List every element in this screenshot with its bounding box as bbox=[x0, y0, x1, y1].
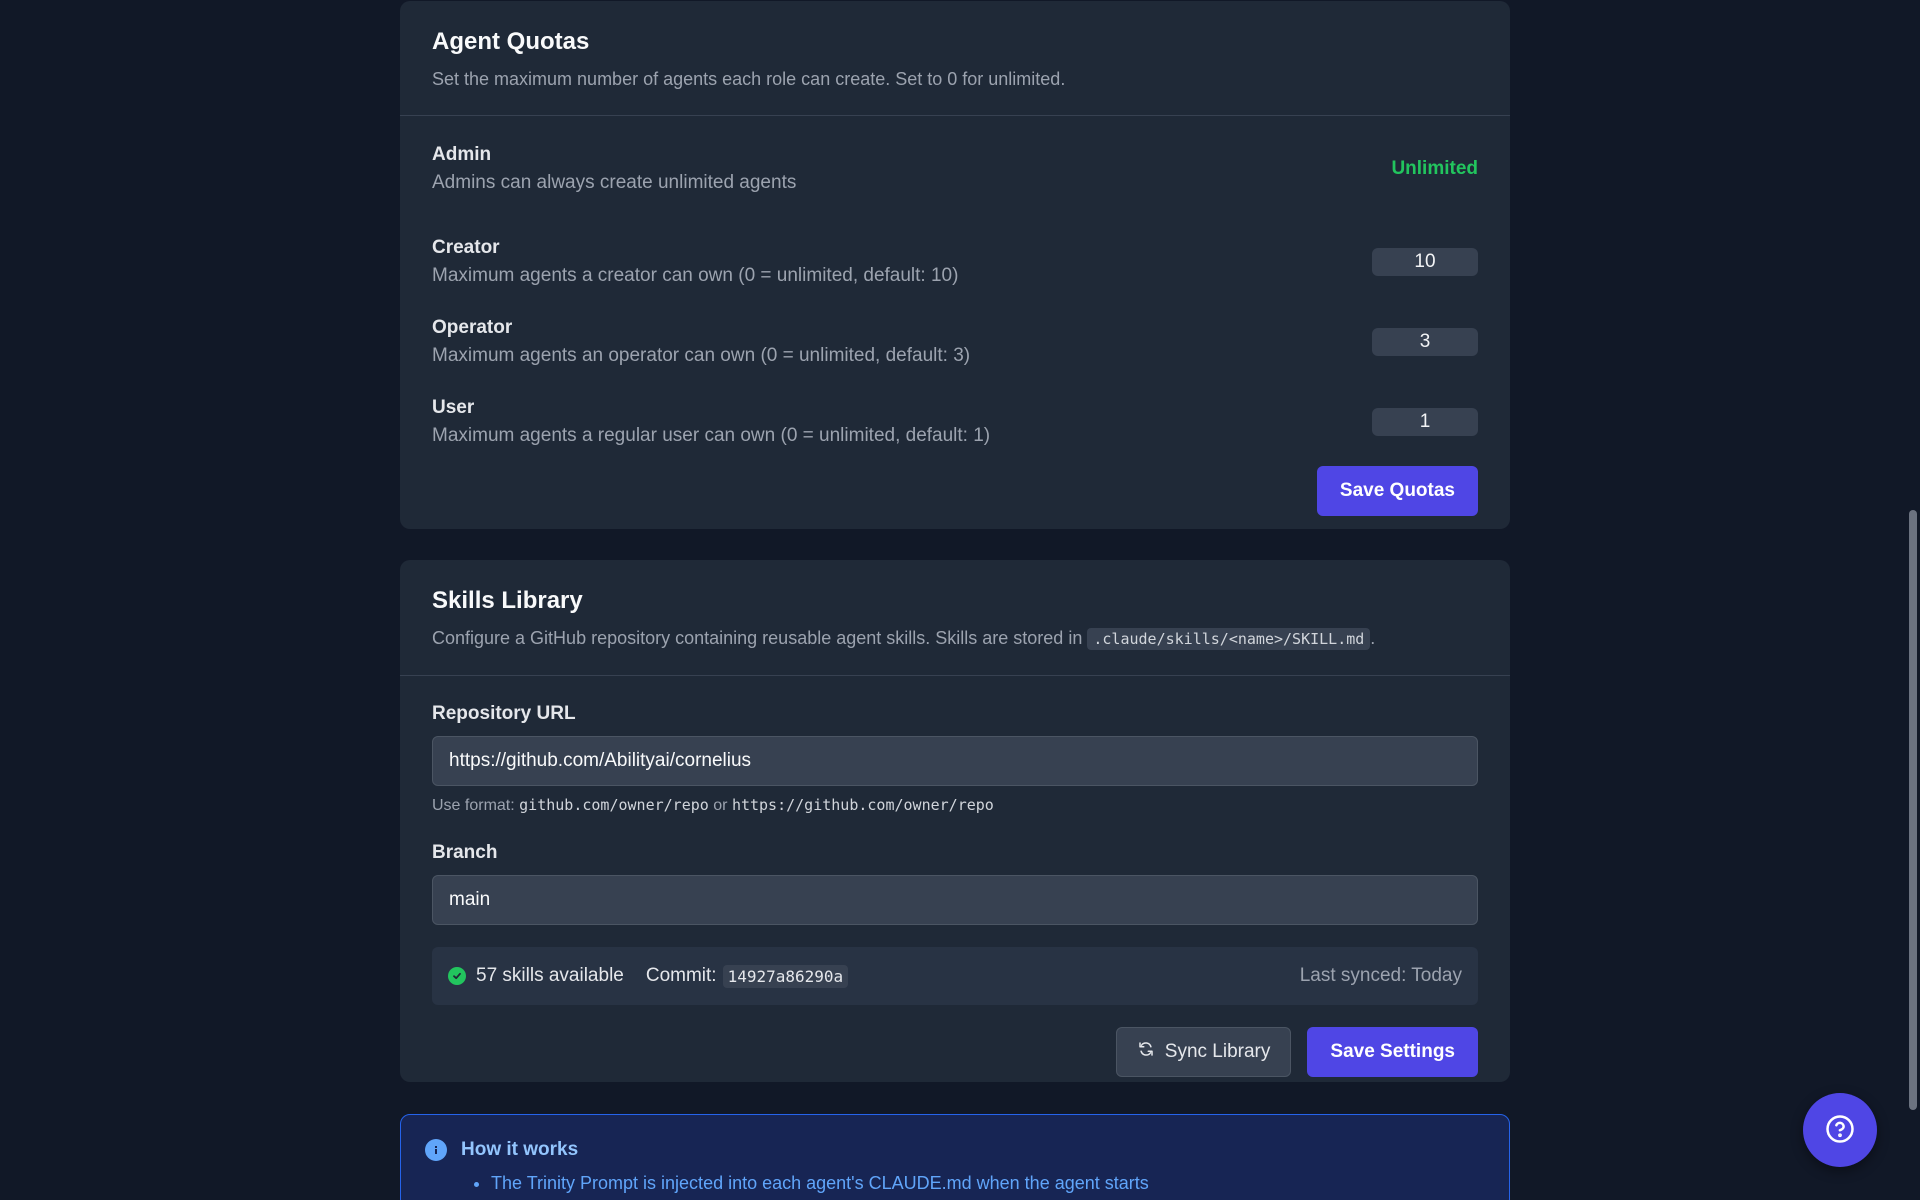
quota-row-operator: Operator Maximum agents an operator can … bbox=[432, 302, 1478, 382]
page-scrollbar[interactable] bbox=[1906, 0, 1920, 1200]
how-it-works-header: How it works bbox=[425, 1139, 1485, 1161]
skills-actions: Sync Library Save Settings bbox=[432, 1027, 1478, 1077]
agent-quotas-description: Set the maximum number of agents each ro… bbox=[432, 69, 1066, 89]
save-settings-button[interactable]: Save Settings bbox=[1307, 1027, 1478, 1077]
commit-label: Commit: bbox=[645, 965, 717, 986]
quota-row-user: User Maximum agents a regular user can o… bbox=[432, 382, 1478, 462]
quota-list: Admin Admins can always create unlimited… bbox=[400, 116, 1510, 542]
info-icon bbox=[425, 1139, 447, 1161]
description-suffix: . bbox=[1370, 628, 1376, 648]
list-item: The Trinity Prompt is injected into each… bbox=[491, 1173, 1485, 1194]
description-text: Configure a GitHub repository containing… bbox=[432, 628, 1083, 648]
skills-library-card: Skills Library Configure a GitHub reposi… bbox=[400, 560, 1510, 1082]
quota-role-help: Maximum agents an operator can own (0 = … bbox=[432, 345, 971, 366]
skills-library-header: Skills Library Configure a GitHub reposi… bbox=[400, 560, 1510, 676]
repository-url-hint: Use format: github.com/owner/repo or htt… bbox=[432, 794, 1478, 817]
skills-count: 57 skills available bbox=[476, 965, 624, 986]
quota-role-help: Admins can always create unlimited agent… bbox=[432, 172, 797, 193]
hint-or: or bbox=[713, 797, 728, 814]
sync-status-panel: 57 skills available Commit: 14927a86290a… bbox=[432, 947, 1478, 1005]
check-circle-icon bbox=[448, 967, 466, 985]
branch-input[interactable] bbox=[432, 875, 1478, 925]
agent-quotas-title: Agent Quotas bbox=[432, 28, 590, 55]
quota-role-name: Operator bbox=[432, 317, 513, 338]
user-quota-input[interactable] bbox=[1372, 408, 1478, 436]
skills-form: Repository URL Use format: github.com/ow… bbox=[400, 676, 1510, 1103]
hint-format-short: github.com/owner/repo bbox=[519, 796, 709, 814]
last-synced: Last synced: Today bbox=[1299, 965, 1462, 986]
help-circle-icon bbox=[1825, 1114, 1855, 1147]
skills-path-code: .claude/skills/<name>/SKILL.md bbox=[1087, 628, 1371, 650]
how-it-works-panel: How it works The Trinity Prompt is injec… bbox=[400, 1114, 1510, 1200]
hint-prefix: Use format: bbox=[432, 797, 515, 814]
agent-quotas-header: Agent Quotas Set the maximum number of a… bbox=[400, 1, 1510, 116]
repository-url-input[interactable] bbox=[432, 736, 1478, 786]
hint-format-full: https://github.com/owner/repo bbox=[731, 796, 994, 814]
quota-role-name: Creator bbox=[432, 237, 500, 258]
how-it-works-list: The Trinity Prompt is injected into each… bbox=[491, 1173, 1485, 1194]
branch-label: Branch bbox=[432, 842, 498, 863]
creator-quota-input[interactable] bbox=[1372, 248, 1478, 276]
quota-role-help: Maximum agents a creator can own (0 = un… bbox=[432, 265, 959, 286]
sync-library-label: Sync Library bbox=[1164, 1041, 1271, 1062]
help-button[interactable] bbox=[1803, 1093, 1877, 1167]
quota-actions: Save Quotas bbox=[432, 466, 1478, 516]
refresh-icon bbox=[1137, 1040, 1155, 1064]
skills-library-description: Configure a GitHub repository containing… bbox=[432, 626, 1478, 651]
quota-row-admin: Admin Admins can always create unlimited… bbox=[432, 142, 1478, 196]
commit-hash: 14927a86290a bbox=[722, 964, 849, 988]
save-quotas-button[interactable]: Save Quotas bbox=[1316, 466, 1478, 516]
quota-role-name: Admin bbox=[432, 144, 492, 165]
scrollbar-thumb[interactable] bbox=[1909, 510, 1917, 1110]
agent-quotas-card: Agent Quotas Set the maximum number of a… bbox=[400, 1, 1510, 529]
scroll-area: Agent Quotas Set the maximum number of a… bbox=[0, 0, 1906, 1200]
admin-unlimited-label: Unlimited bbox=[1391, 158, 1478, 179]
how-it-works-title: How it works bbox=[461, 1139, 579, 1160]
skills-library-title: Skills Library bbox=[432, 587, 583, 614]
repository-url-label: Repository URL bbox=[432, 703, 576, 724]
quota-role-help: Maximum agents a regular user can own (0… bbox=[432, 425, 991, 446]
quota-role-name: User bbox=[432, 397, 475, 418]
operator-quota-input[interactable] bbox=[1372, 328, 1478, 356]
branch-field: Branch bbox=[432, 841, 1478, 925]
quota-row-creator: Creator Maximum agents a creator can own… bbox=[432, 222, 1478, 302]
sync-library-button[interactable]: Sync Library bbox=[1115, 1027, 1292, 1077]
